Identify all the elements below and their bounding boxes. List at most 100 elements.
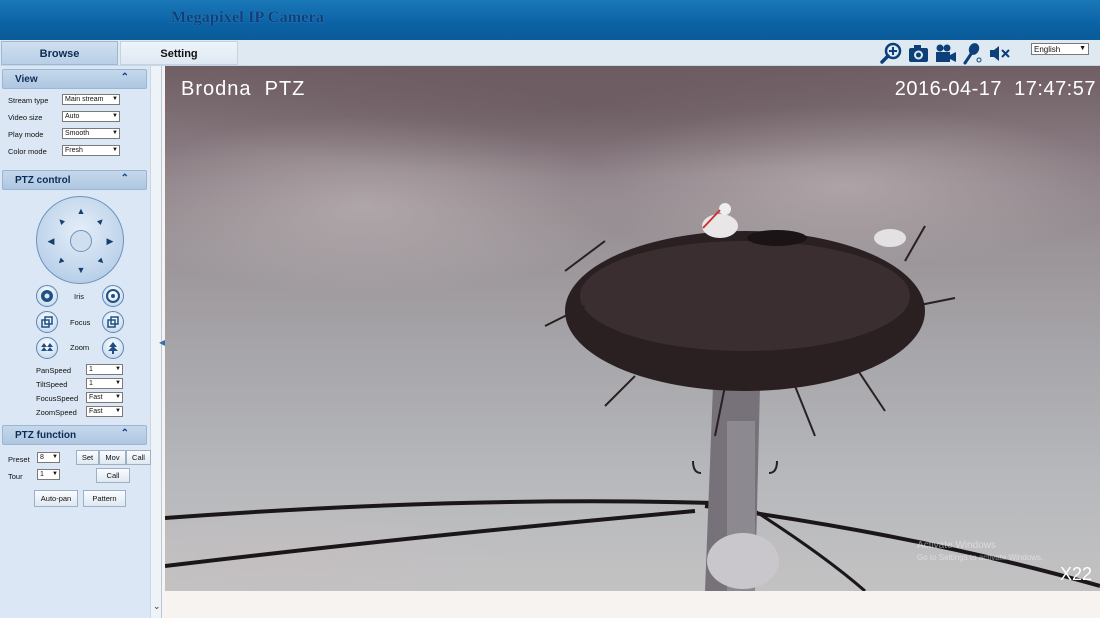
preset-select[interactable]: 8 ▼ xyxy=(37,452,60,463)
timestamp-overlay: 2016-04-17 17:47:57 xyxy=(894,78,1096,100)
iris-open-button[interactable] xyxy=(102,285,124,307)
ptz-function-section-header[interactable]: PTZ function ⌃ xyxy=(2,425,147,445)
ptz-down-arrow-icon[interactable]: ▼ xyxy=(75,264,87,276)
collapse-up-icon[interactable]: ⌃ xyxy=(121,173,129,184)
ptz-home-button[interactable] xyxy=(70,230,92,252)
live-video-view[interactable]: Brodna PTZ 2016-04-17 17:47:57 Activate … xyxy=(165,66,1100,591)
speaker-mute-icon[interactable] xyxy=(988,42,1011,65)
zoom-tree-icon xyxy=(108,342,118,354)
zoom-in-icon[interactable] xyxy=(880,42,903,65)
ptz-up-arrow-icon[interactable]: ▲ xyxy=(75,205,87,217)
pan-speed-value: 1 xyxy=(89,366,93,373)
microphone-icon[interactable] xyxy=(961,42,984,65)
chevron-down-icon: ▼ xyxy=(115,366,121,372)
iris-label: Iris xyxy=(74,292,84,301)
collapse-up-icon[interactable]: ⌃ xyxy=(121,428,129,439)
camera-name-overlay: Brodna PTZ xyxy=(181,78,306,100)
zoom-tree-icon xyxy=(41,343,53,351)
watermark-line: Activate Windows xyxy=(917,540,996,551)
iris-close-button[interactable] xyxy=(36,285,58,307)
ptz-up-left-arrow-icon[interactable]: ▲ xyxy=(53,213,70,230)
snapshot-camera-icon[interactable] xyxy=(907,42,930,65)
chevron-down-icon: ▼ xyxy=(52,471,58,477)
video-toolbar xyxy=(880,42,1011,66)
tab-browse[interactable]: Browse xyxy=(1,41,118,65)
ptz-down-left-arrow-icon[interactable]: ▼ xyxy=(53,253,70,270)
chevron-down-icon: ▼ xyxy=(115,380,121,386)
focus-far-button[interactable] xyxy=(102,311,124,333)
windows-activation-watermark: Activate Windows Go to Settings to activ… xyxy=(917,540,1043,564)
chevron-down-icon: ▼ xyxy=(112,113,118,119)
focus-icon xyxy=(107,316,119,328)
video-size-select[interactable]: Auto ▼ xyxy=(62,111,120,122)
stream-type-select[interactable]: Main stream ▼ xyxy=(62,94,120,105)
collapse-up-icon[interactable]: ⌃ xyxy=(121,72,129,83)
section-title: PTZ function xyxy=(15,430,77,441)
chevron-down-icon: ▼ xyxy=(112,147,118,153)
language-select[interactable]: English ▼ xyxy=(1031,43,1089,55)
focus-icon xyxy=(41,316,53,328)
language-select-value: English xyxy=(1034,44,1061,54)
video-footer-area xyxy=(165,591,1100,618)
ptz-left-arrow-icon[interactable]: ◀ xyxy=(45,235,57,247)
zoom-speed-select[interactable]: Fast ▼ xyxy=(86,406,123,417)
zoom-out-button[interactable] xyxy=(36,337,58,359)
section-title: View xyxy=(15,74,38,85)
iris-icon xyxy=(41,290,53,302)
pan-speed-label: PanSpeed xyxy=(36,366,72,375)
ptz-up-right-arrow-icon[interactable]: ▲ xyxy=(93,213,110,230)
chevron-down-icon: ▼ xyxy=(52,454,58,460)
color-mode-value: Fresh xyxy=(65,147,83,154)
zoom-speed-label: ZoomSpeed xyxy=(36,408,77,417)
chevron-down-icon: ▼ xyxy=(112,96,118,102)
play-mode-select[interactable]: Smooth ▼ xyxy=(62,128,120,139)
camera-frame-image xyxy=(165,66,1100,591)
auto-pan-button[interactable]: Auto-pan xyxy=(34,490,78,507)
app-header: Megapixel IP Camera xyxy=(0,0,1100,40)
play-mode-value: Smooth xyxy=(65,130,90,137)
preset-label: Preset xyxy=(8,455,30,464)
view-section-header[interactable]: View ⌃ xyxy=(2,69,147,89)
preset-call-button[interactable]: Call xyxy=(126,450,151,465)
focus-label: Focus xyxy=(70,318,91,327)
play-mode-label: Play mode xyxy=(8,130,44,139)
focus-near-button[interactable] xyxy=(36,311,58,333)
tilt-speed-select[interactable]: 1 ▼ xyxy=(86,378,123,389)
ptz-right-arrow-icon[interactable]: ▶ xyxy=(104,235,116,247)
stream-type-label: Stream type xyxy=(8,96,49,105)
pan-speed-select[interactable]: 1 ▼ xyxy=(86,364,123,375)
preset-move-button[interactable]: Mov xyxy=(99,450,126,465)
preset-set-button[interactable]: Set xyxy=(76,450,99,465)
ptz-direction-dial: ▲ ▼ ◀ ▶ ▲ ▲ ▼ ▼ xyxy=(36,196,124,284)
tilt-speed-value: 1 xyxy=(89,380,93,387)
color-mode-label: Color mode xyxy=(8,147,47,156)
video-size-value: Auto xyxy=(65,113,80,120)
tilt-speed-label: TiltSpeed xyxy=(36,380,68,389)
chevron-down-icon: ▼ xyxy=(112,130,118,136)
color-mode-select[interactable]: Fresh ▼ xyxy=(62,145,120,156)
preset-value: 8 xyxy=(40,454,44,461)
app-title: Megapixel IP Camera xyxy=(171,9,325,26)
ptz-down-right-arrow-icon[interactable]: ▼ xyxy=(93,253,110,270)
ptz-control-section-header[interactable]: PTZ control ⌃ xyxy=(2,170,147,190)
iris-icon xyxy=(106,289,120,303)
chevron-down-icon: ▼ xyxy=(1079,45,1086,52)
section-title: PTZ control xyxy=(15,175,71,186)
zoom-label: Zoom xyxy=(70,343,90,352)
focus-speed-label: FocusSpeed xyxy=(36,394,79,403)
zoom-in-button[interactable] xyxy=(102,337,124,359)
tour-call-button[interactable]: Call xyxy=(96,468,130,483)
tour-value: 1 xyxy=(40,471,44,478)
scroll-down-icon[interactable]: ⌄ xyxy=(153,601,161,612)
tab-setting[interactable]: Setting xyxy=(120,41,238,65)
pattern-button[interactable]: Pattern xyxy=(83,490,126,507)
chevron-down-icon: ▼ xyxy=(115,394,121,400)
record-video-icon[interactable] xyxy=(934,42,957,65)
watermark-line: Go to Settings to activate Windows. xyxy=(917,553,1044,562)
chevron-down-icon: ▼ xyxy=(115,408,121,414)
stream-type-value: Main stream xyxy=(65,96,104,103)
focus-speed-select[interactable]: Fast ▼ xyxy=(86,392,123,403)
zoom-speed-value: Fast xyxy=(89,408,103,415)
tour-select[interactable]: 1 ▼ xyxy=(37,469,60,480)
focus-speed-value: Fast xyxy=(89,394,103,401)
